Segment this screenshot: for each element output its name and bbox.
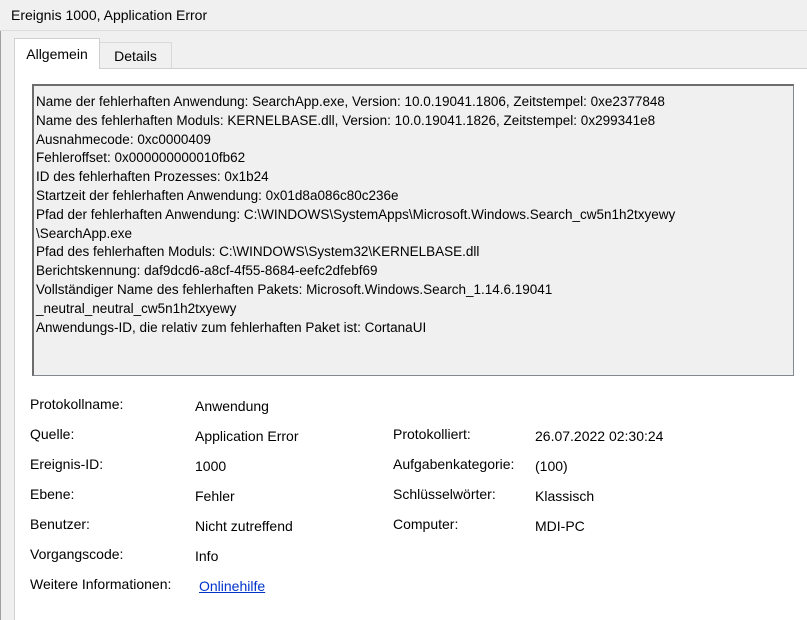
aufgabenkategorie-label: Aufgabenkategorie: [393, 456, 515, 472]
property-row: Vorgangscode: Info [30, 546, 790, 566]
quelle-label: Quelle: [30, 426, 75, 442]
schluesselwoerter-value: Klassisch [535, 488, 595, 504]
benutzer-value: Nicht zutreffend [195, 518, 293, 534]
vorgangscode-label: Vorgangscode: [30, 546, 124, 562]
protokolliert-value: 26.07.2022 02:30:24 [535, 428, 664, 444]
ebene-label: Ebene: [30, 486, 75, 502]
quelle-value: Application Error [195, 428, 299, 444]
description-line: Name der fehlerhaften Anwendung: SearchA… [36, 94, 665, 109]
description-line: Fehleroffset: 0x000000000010fb62 [36, 150, 246, 166]
event-description-box[interactable]: Name der fehlerhaften Anwendung: SearchA… [32, 84, 794, 376]
protokollname-label: Protokollname: [30, 396, 124, 412]
property-row: Benutzer: Nicht zutreffend Computer: MDI… [30, 516, 790, 536]
ereignis-id-label: Ereignis-ID: [30, 456, 104, 472]
description-line: Pfad der fehlerhaften Anwendung: C:\WIND… [36, 206, 676, 222]
tab-allgemein[interactable]: Allgemein [14, 38, 100, 69]
event-description-text: Name der fehlerhaften Anwendung: SearchA… [36, 93, 789, 337]
tab-details[interactable]: Details [100, 42, 172, 68]
computer-value: MDI-PC [535, 518, 585, 534]
onlinehilfe-link[interactable]: Onlinehilfe [199, 578, 265, 594]
property-row: Quelle: Application Error Protokolliert:… [30, 426, 790, 446]
property-row: Protokollname: Anwendung [30, 396, 790, 416]
description-line: Startzeit der fehlerhaften Anwendung: 0x… [36, 187, 399, 203]
benutzer-label: Benutzer: [30, 516, 90, 532]
tab-details-label: Details [114, 47, 157, 64]
window-title: Ereignis 1000, Application Error [11, 7, 208, 23]
ebene-value: Fehler [195, 488, 235, 504]
protokolliert-label: Protokolliert: [393, 426, 471, 442]
description-line: \SearchApp.exe [36, 225, 133, 241]
ereignis-id-value: 1000 [195, 458, 227, 474]
vorgangscode-value: Info [195, 548, 219, 564]
description-line: Name des fehlerhaften Moduls: KERNELBASE… [36, 112, 656, 128]
protokollname-value: Anwendung [195, 398, 269, 414]
property-row: Ereignis-ID: 1000 Aufgabenkategorie: (10… [30, 456, 790, 476]
description-line: _neutral_neutral_cw5n1h2txyewy [36, 300, 237, 316]
property-row: Weitere Informationen: Onlinehilfe [30, 576, 790, 596]
property-row: Ebene: Fehler Schlüsselwörter: Klassisch [30, 486, 790, 506]
title-bar: Ereignis 1000, Application Error [0, 0, 807, 31]
description-line: Ausnahmecode: 0xc0000409 [36, 131, 211, 147]
tab-allgemein-label: Allgemein [26, 46, 88, 62]
description-line: Pfad des fehlerhaften Moduls: C:\WINDOWS… [36, 244, 480, 260]
computer-label: Computer: [393, 516, 459, 532]
description-line: ID des fehlerhaften Prozesses: 0x1b24 [36, 169, 269, 185]
description-line: Berichtskennung: daf9dcd6-a8cf-4f55-8684… [36, 263, 378, 279]
schluesselwoerter-label: Schlüsselwörter: [393, 486, 496, 502]
description-line: Anwendungs-ID, die relativ zum fehlerhaf… [36, 319, 427, 335]
aufgabenkategorie-value: (100) [535, 458, 568, 474]
weitere-informationen-label: Weitere Informationen: [30, 576, 172, 592]
description-line: Vollständiger Name des fehlerhaften Pake… [36, 281, 553, 297]
